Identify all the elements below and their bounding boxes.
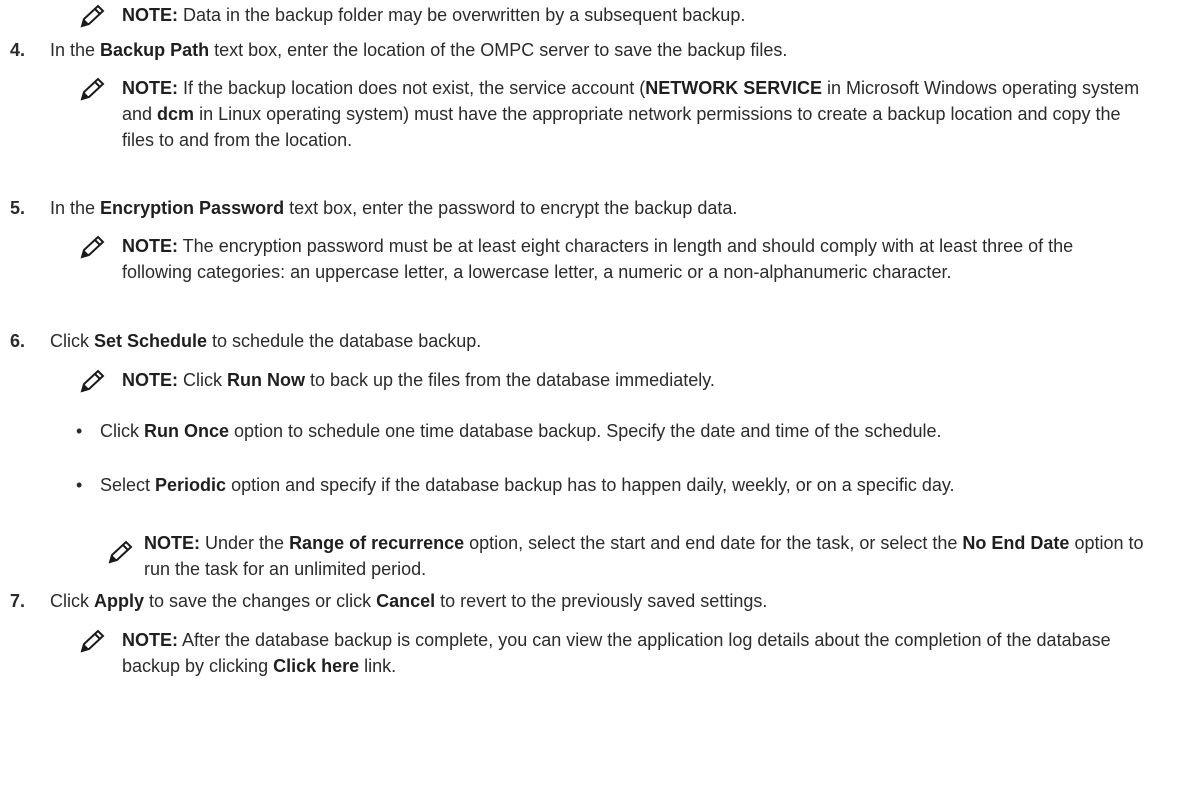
note-label: NOTE: bbox=[122, 630, 178, 650]
note-run-now: NOTE: Click Run Now to back up the files… bbox=[78, 367, 1148, 393]
bullet-periodic: • Select Periodic option and specify if … bbox=[72, 472, 1152, 498]
note-range-of-recurrence: NOTE: Under the Range of recurrence opti… bbox=[106, 530, 1156, 582]
document-page: NOTE: Data in the backup folder may be o… bbox=[0, 0, 1178, 793]
bullet-text: Click Run Once option to schedule one ti… bbox=[100, 421, 942, 441]
bullet-text: Select Periodic option and specify if th… bbox=[100, 475, 955, 495]
step-5: 5. In the Encryption Password text box, … bbox=[0, 195, 1170, 221]
pencil-icon bbox=[80, 77, 105, 101]
step-number: 6. bbox=[10, 331, 26, 351]
step-7: 7. Click Apply to save the changes or cl… bbox=[0, 588, 1170, 614]
note-backup-overwrite: NOTE: Data in the backup folder may be o… bbox=[78, 2, 1158, 28]
button-name-set-schedule: Set Schedule bbox=[94, 331, 208, 351]
field-name-backup-path: Backup Path bbox=[100, 40, 210, 60]
note-application-log: NOTE: After the database backup is compl… bbox=[78, 627, 1148, 679]
step-text: Click Apply to save the changes or click… bbox=[50, 591, 768, 611]
note-text: NOTE: Under the Range of recurrence opti… bbox=[144, 533, 1144, 579]
note-text: NOTE: Data in the backup folder may be o… bbox=[122, 5, 746, 25]
note-text: NOTE: Click Run Now to back up the files… bbox=[122, 370, 715, 390]
step-text: In the Backup Path text box, enter the l… bbox=[50, 40, 788, 60]
note-label: NOTE: bbox=[122, 5, 178, 25]
step-6: 6. Click Set Schedule to schedule the da… bbox=[0, 328, 1170, 354]
pencil-icon bbox=[108, 540, 133, 564]
note-label: NOTE: bbox=[122, 78, 178, 98]
bullet-run-once: • Click Run Once option to schedule one … bbox=[72, 418, 1152, 444]
note-text: NOTE: If the backup location does not ex… bbox=[122, 78, 1140, 150]
bullet-dot: • bbox=[76, 475, 83, 495]
button-name-cancel: Cancel bbox=[376, 591, 436, 611]
step-4: 4. In the Backup Path text box, enter th… bbox=[0, 37, 1170, 63]
step-number: 4. bbox=[10, 40, 26, 60]
note-label: NOTE: bbox=[144, 533, 200, 553]
field-name-encryption-password: Encryption Password bbox=[100, 198, 285, 218]
step-number: 7. bbox=[10, 591, 26, 611]
note-text: NOTE: The encryption password must be at… bbox=[122, 236, 1074, 282]
button-name-apply: Apply bbox=[94, 591, 145, 611]
link-name-click-here: Click here bbox=[273, 656, 360, 676]
bullet-dot: • bbox=[76, 421, 83, 441]
note-encryption-password: NOTE: The encryption password must be at… bbox=[78, 233, 1148, 285]
note-label: NOTE: bbox=[122, 370, 178, 390]
pencil-icon bbox=[80, 629, 105, 653]
pencil-icon bbox=[80, 4, 105, 28]
note-text: NOTE: After the database backup is compl… bbox=[122, 630, 1111, 676]
step-text: In the Encryption Password text box, ent… bbox=[50, 198, 738, 218]
pencil-icon bbox=[80, 369, 105, 393]
note-backup-location: NOTE: If the backup location does not ex… bbox=[78, 75, 1148, 153]
pencil-icon bbox=[80, 235, 105, 259]
step-number: 5. bbox=[10, 198, 26, 218]
note-label: NOTE: bbox=[122, 236, 178, 256]
step-text: Click Set Schedule to schedule the datab… bbox=[50, 331, 482, 351]
